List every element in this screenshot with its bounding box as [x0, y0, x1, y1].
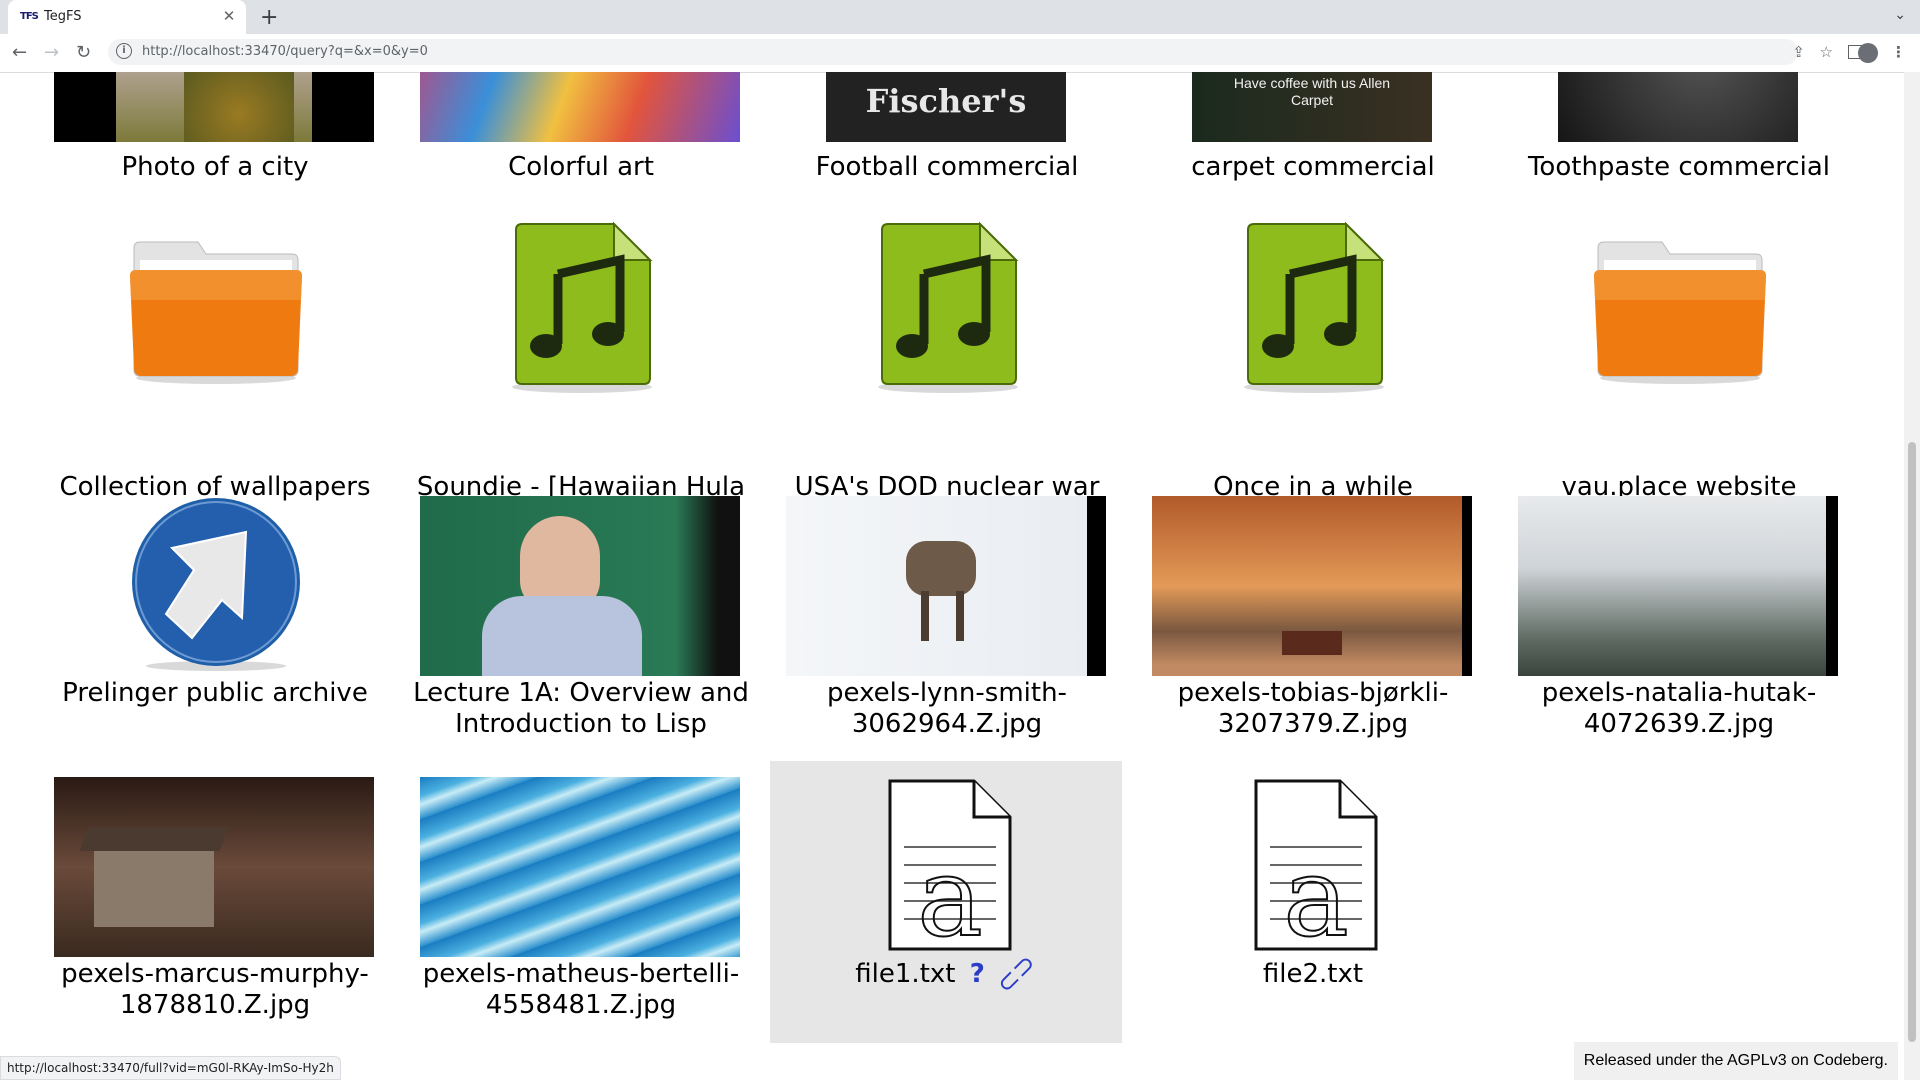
- tab-bar: TFS TegFS ✕ + ⌄: [0, 0, 1920, 34]
- thumbnail[interactable]: [1558, 72, 1798, 142]
- thumbnail[interactable]: [54, 777, 374, 957]
- music-file-icon[interactable]: [868, 220, 1028, 400]
- favicon: TFS: [20, 11, 39, 22]
- close-tab-icon[interactable]: ✕: [220, 7, 238, 25]
- url-text: http://localhost:33470/query?q=&x=0&y=0: [142, 44, 428, 59]
- music-file-icon[interactable]: [502, 220, 662, 400]
- thumbnail[interactable]: Fischer's: [826, 72, 1066, 142]
- thumbnail-overlay-text: Fischer's: [865, 82, 1027, 120]
- reload-icon[interactable]: ↻: [76, 42, 91, 63]
- item-label: file1.txt ? ⊂⊃: [764, 948, 1130, 1000]
- item-label: Colorful art: [508, 152, 654, 182]
- text-file-icon[interactable]: a: [1240, 777, 1390, 957]
- bookmark-star-icon[interactable]: ☆: [1820, 43, 1833, 61]
- music-file-icon[interactable]: [1234, 220, 1394, 400]
- item-label: Lecture 1A: Overview and Introduction to…: [413, 678, 749, 739]
- item-label: pexels-natalia-hutak-4072639.Z.jpg: [1541, 678, 1817, 739]
- item-label: pexels-tobias-bjørkli-3207379.Z.jpg: [1177, 678, 1449, 739]
- thumbnail[interactable]: [54, 72, 374, 142]
- item-label: carpet commercial: [1191, 152, 1435, 182]
- tab-tegfs[interactable]: TFS TegFS ✕: [8, 0, 246, 34]
- results-grid: Photo of a city Colorful art Fischer's F…: [0, 72, 1900, 1080]
- forward-icon[interactable]: →: [44, 42, 59, 63]
- back-icon[interactable]: ←: [12, 42, 27, 63]
- help-icon[interactable]: ?: [970, 959, 985, 989]
- item-label: pexels-marcus-murphy-1878810.Z.jpg: [61, 959, 369, 1020]
- folder-icon[interactable]: [126, 220, 306, 400]
- item-label: Toothpaste commercial: [1527, 152, 1831, 182]
- thumbnail[interactable]: [420, 72, 740, 142]
- browser-toolbar: ← → ↻ i http://localhost:33470/query?q=&…: [0, 34, 1920, 73]
- scrollbar-thumb[interactable]: [1908, 442, 1916, 1042]
- text-file-icon[interactable]: a: [874, 777, 1024, 957]
- thumbnail[interactable]: [1518, 496, 1838, 676]
- footer-license-link[interactable]: Released under the AGPLv3 on Codeberg.: [1573, 1042, 1898, 1080]
- menu-kebab-icon[interactable]: ⋮: [1891, 43, 1906, 61]
- file-name: file1.txt: [855, 959, 956, 989]
- profile-avatar[interactable]: [1858, 43, 1878, 63]
- thumbnail[interactable]: Have coffee with us Allen Carpet: [1192, 72, 1432, 142]
- tab-title: TegFS: [44, 9, 82, 24]
- item-label: pexels-matheus-bertelli-4558481.Z.jpg: [422, 959, 740, 1020]
- vertical-scrollbar[interactable]: [1904, 72, 1920, 1080]
- item-label: Football commercial: [815, 152, 1079, 182]
- item-label: pexels-lynn-smith-3062964.Z.jpg: [827, 678, 1067, 739]
- new-tab-icon[interactable]: +: [260, 5, 278, 30]
- address-bar[interactable]: i http://localhost:33470/query?q=&x=0&y=…: [108, 39, 1798, 65]
- item-label: Prelinger public archive: [62, 678, 368, 708]
- site-info-icon[interactable]: i: [116, 43, 132, 59]
- item-label: Photo of a city: [121, 152, 309, 182]
- svg-text:a: a: [917, 833, 983, 957]
- status-bar-url: http://localhost:33470/full?vid=mG0l-RKA…: [0, 1056, 341, 1080]
- share-icon[interactable]: ⇪: [1792, 43, 1805, 61]
- tab-search-chevron-icon[interactable]: ⌄: [1894, 7, 1906, 23]
- thumbnail[interactable]: [420, 777, 740, 957]
- svg-text:a: a: [1283, 833, 1349, 957]
- link-arrow-icon[interactable]: [126, 496, 306, 676]
- thumbnail-overlay-text: Have coffee with us Allen Carpet: [1233, 75, 1391, 108]
- thumbnail[interactable]: [786, 496, 1106, 676]
- thumbnail[interactable]: [1152, 496, 1472, 676]
- item-label: file2.txt: [1262, 959, 1364, 989]
- folder-icon[interactable]: [1590, 220, 1770, 400]
- thumbnail[interactable]: [420, 496, 740, 676]
